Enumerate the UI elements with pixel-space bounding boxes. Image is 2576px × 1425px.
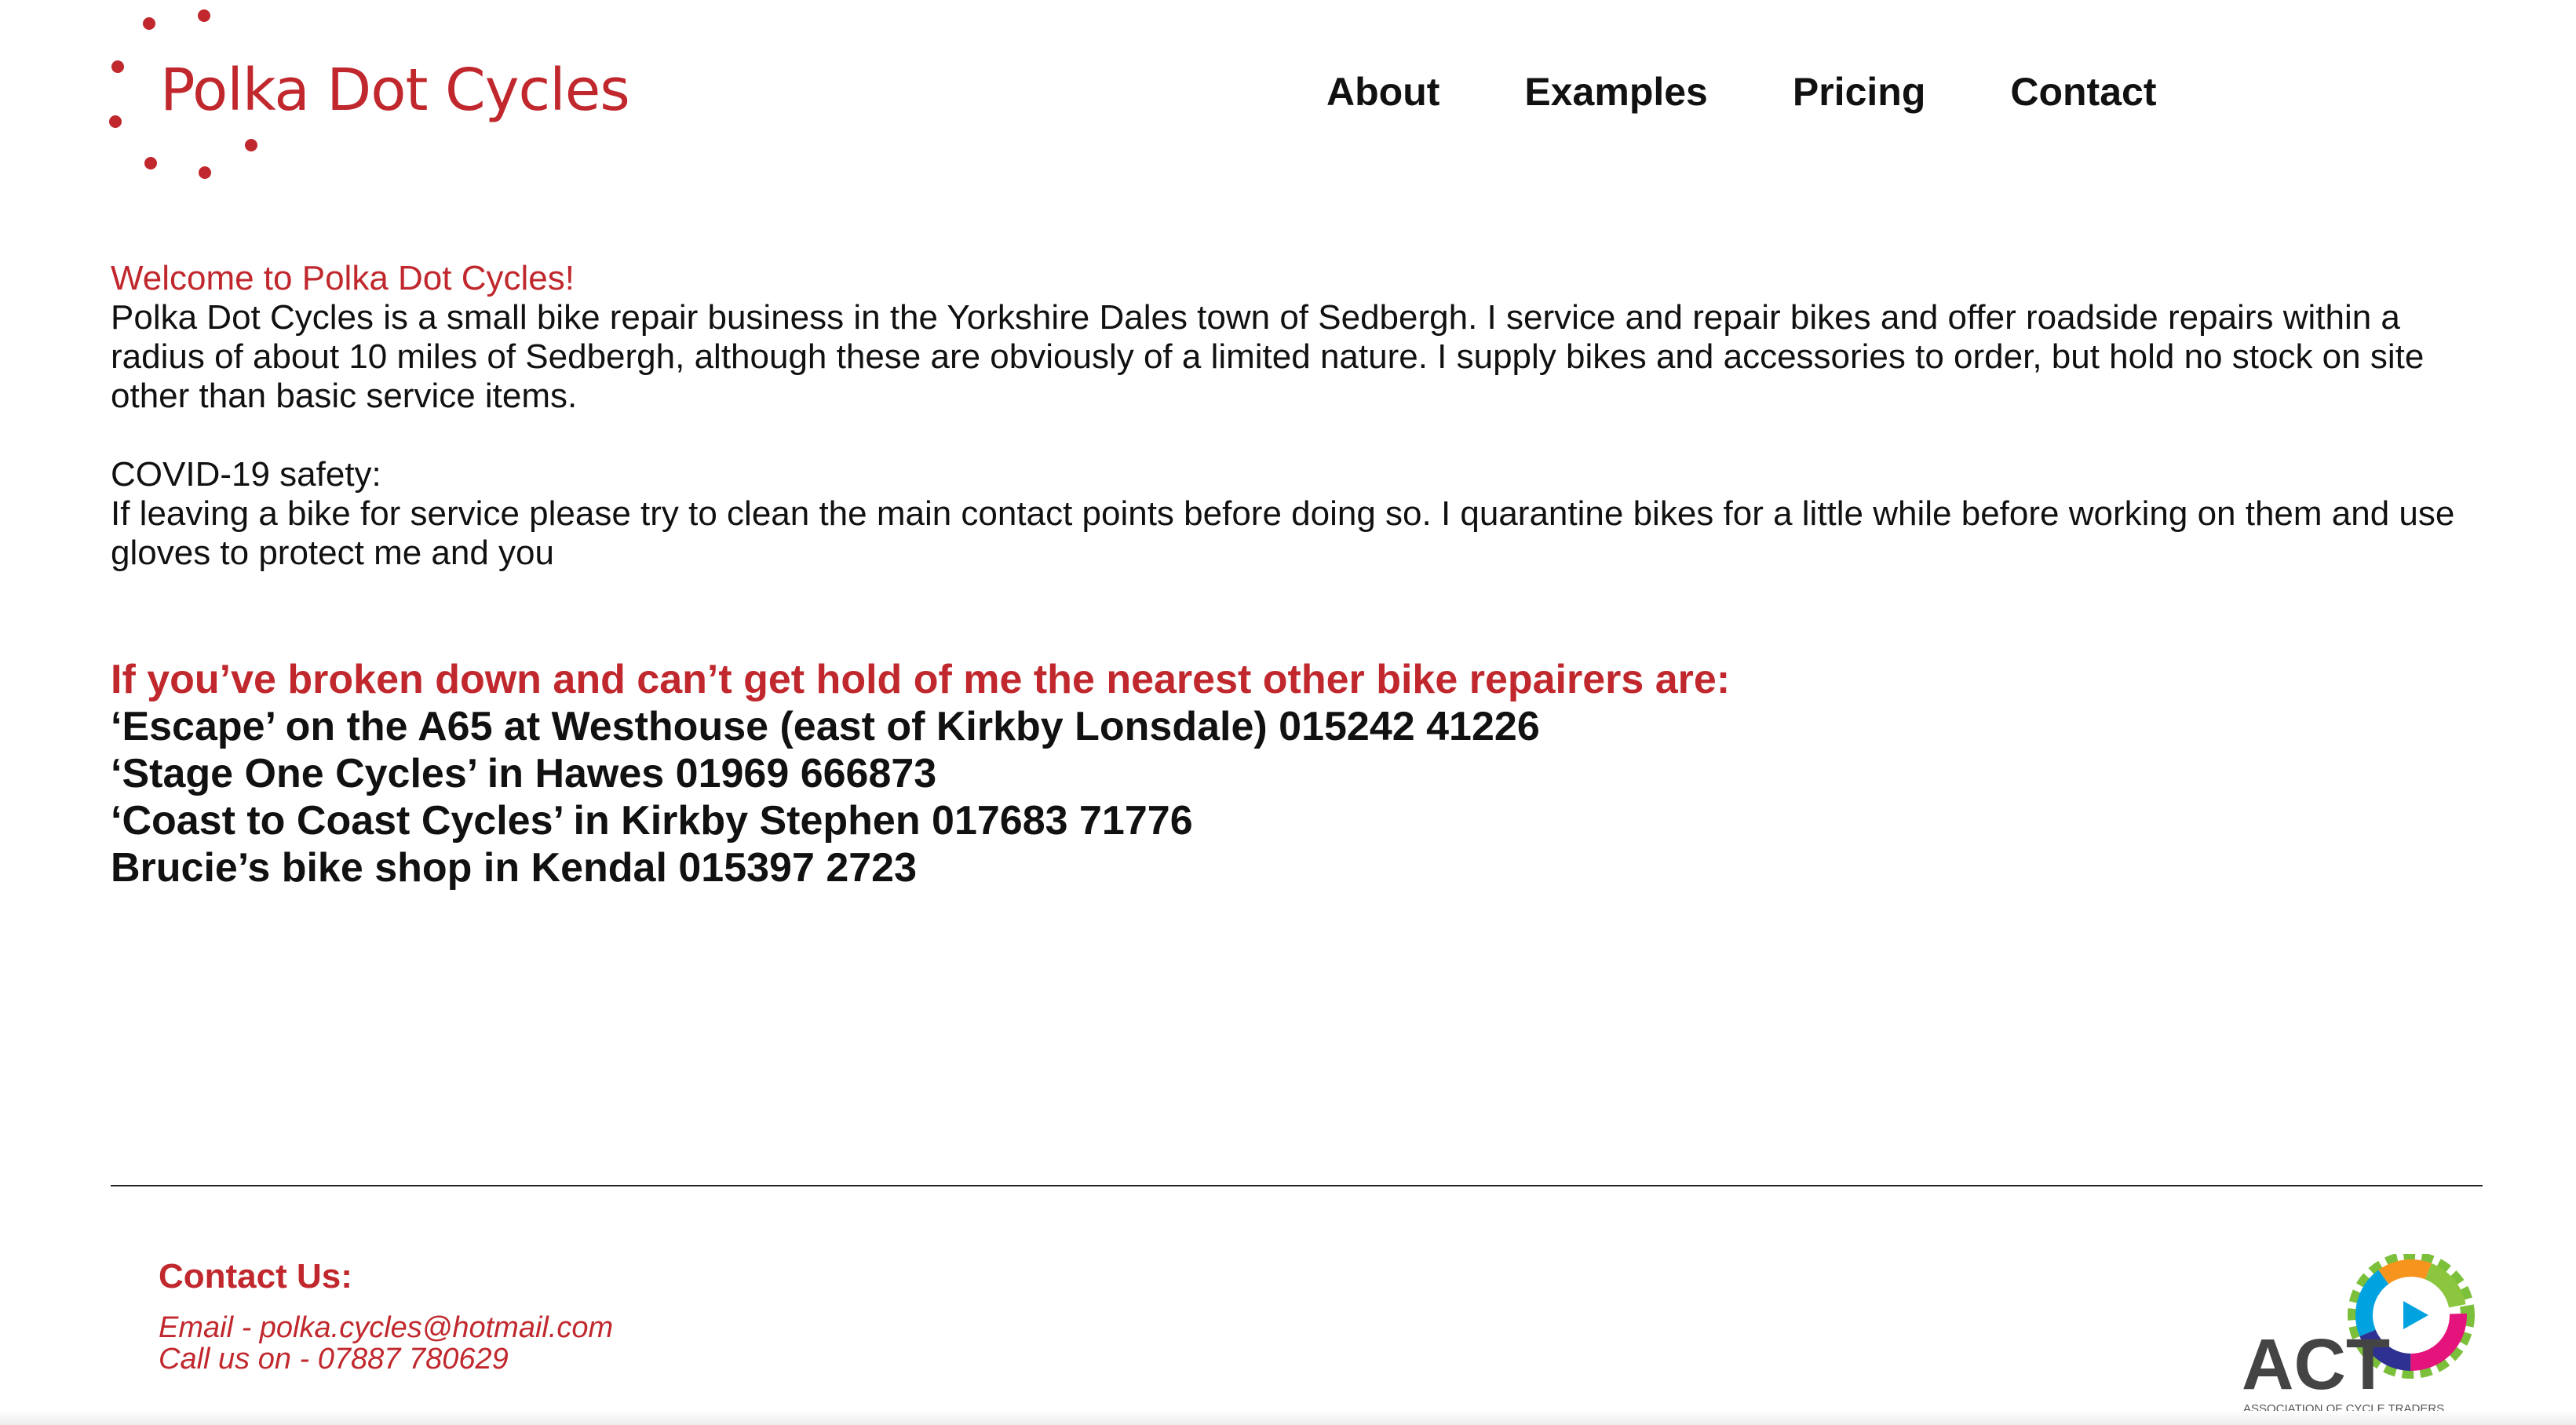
footer-divider	[111, 1185, 2483, 1186]
covid-text: If leaving a bike for service please try…	[111, 494, 2455, 572]
main-content: Welcome to Polka Dot Cycles! Polka Dot C…	[111, 259, 2489, 891]
site-logo[interactable]: Polka Dot Cycles	[102, 8, 630, 180]
act-gear-logo-icon: ACT ASSOCIATION OF CYCLE TRADERS	[2242, 1252, 2475, 1416]
repairers-heading: If you’ve broken down and can’t get hold…	[111, 657, 1731, 702]
page-bottom-edge	[0, 1411, 2576, 1425]
nav-link-about[interactable]: About	[1326, 69, 1439, 115]
covid-title: COVID-19 safety:	[111, 455, 381, 494]
email-link[interactable]: Email - polka.cycles@hotmail.com	[159, 1312, 613, 1343]
welcome-heading: Welcome to Polka Dot Cycles!	[111, 259, 575, 297]
act-logo[interactable]: ACT ASSOCIATION OF CYCLE TRADERS	[2237, 1252, 2488, 1419]
act-logo-text: ACT	[2242, 1325, 2390, 1405]
footer-contact: Contact Us: Email - polka.cycles@hotmail…	[159, 1256, 613, 1375]
site-header: Polka Dot Cycles About Examples Pricing …	[0, 0, 2576, 188]
repairers-section: If you’ve broken down and can’t get hold…	[111, 656, 2489, 891]
repairer-item: ‘Escape’ on the A65 at Westhouse (east o…	[111, 704, 1540, 749]
nav-link-examples[interactable]: Examples	[1524, 69, 1707, 115]
repairer-item: ‘Coast to Coast Cycles’ in Kirkby Stephe…	[111, 798, 1193, 844]
repairer-item: Brucie’s bike shop in Kendal 015397 2723	[111, 845, 917, 891]
logo-text: Polka Dot Cycles	[160, 56, 630, 124]
repairer-item: ‘Stage One Cycles’ in Hawes 01969 666873	[111, 751, 937, 796]
nav-link-pricing[interactable]: Pricing	[1793, 69, 1925, 115]
nav-link-contact[interactable]: Contact	[2010, 69, 2156, 115]
intro-paragraph: Polka Dot Cycles is a small bike repair …	[111, 298, 2425, 415]
phone-link[interactable]: Call us on - 07887 780629	[159, 1343, 613, 1375]
contact-title: Contact Us:	[159, 1257, 352, 1296]
main-nav: About Examples Pricing Contact	[1326, 69, 2156, 115]
